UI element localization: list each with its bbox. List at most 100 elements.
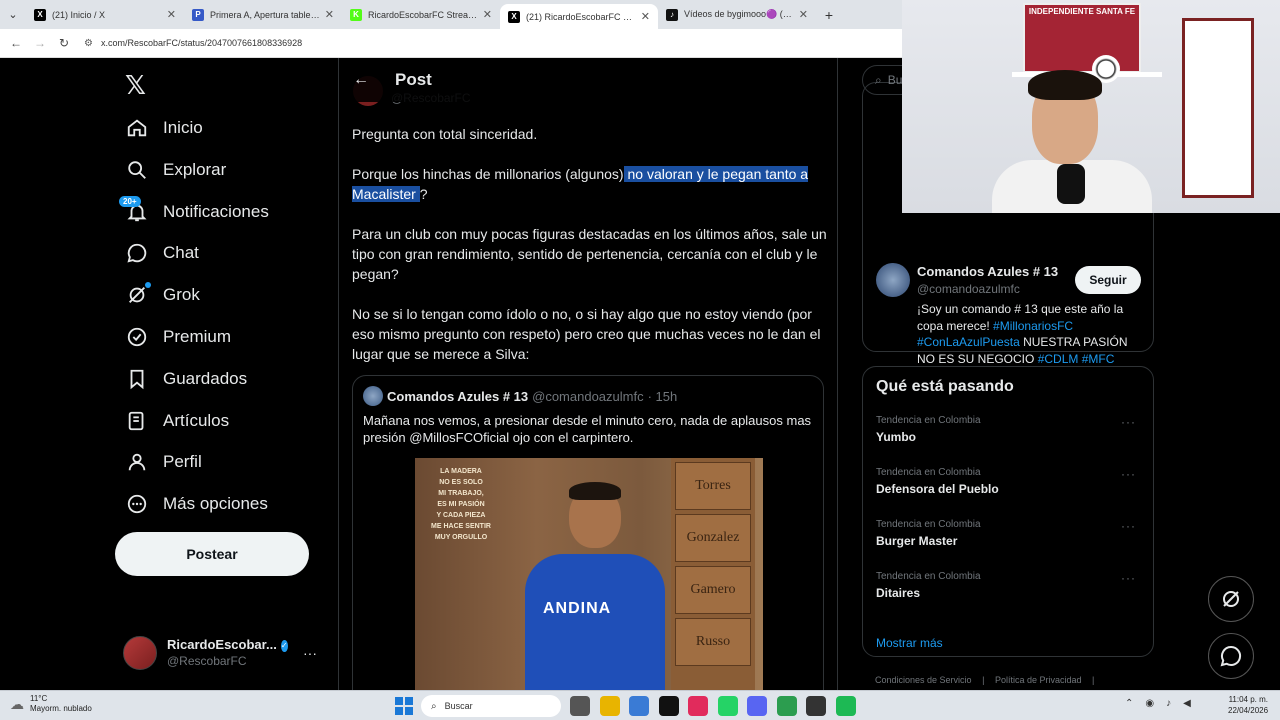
spotify-icon[interactable] bbox=[835, 696, 856, 716]
nav-item-guardados[interactable]: Guardados bbox=[125, 359, 247, 399]
close-icon[interactable]: ✕ bbox=[167, 8, 176, 21]
obs-icon[interactable] bbox=[806, 696, 826, 716]
browser-tab[interactable]: X (21) Inicio / X ✕ bbox=[26, 0, 184, 29]
unread-dot bbox=[145, 282, 151, 289]
more-icon[interactable]: ··· bbox=[1121, 415, 1136, 429]
post-button[interactable]: Postear bbox=[115, 532, 309, 576]
sign-line: ME HACE SENTIR bbox=[431, 523, 491, 530]
discord-icon[interactable] bbox=[747, 696, 767, 716]
show-more-link[interactable]: Mostrar más bbox=[876, 636, 943, 650]
more-icon[interactable]: ··· bbox=[1121, 467, 1136, 481]
site-info-icon[interactable]: ⚙ bbox=[84, 38, 93, 49]
trend-item[interactable]: Tendencia en Colombia Ditaires ··· bbox=[876, 571, 1142, 600]
tiktok-icon[interactable] bbox=[658, 696, 679, 716]
webcam-overlay: INDEPENDIENTE SANTA FE bbox=[902, 0, 1280, 213]
nav-item-perfil[interactable]: Perfil bbox=[125, 442, 202, 482]
quote-image[interactable]: LA MADERA NO ES SOLO MI TRABAJO, ES MI PASI… bbox=[415, 458, 763, 690]
nav-item-más-opciones[interactable]: Más opciones bbox=[125, 484, 268, 524]
close-icon[interactable]: ✕ bbox=[641, 10, 650, 23]
drawer-label: Torres bbox=[675, 462, 751, 510]
chevron-up-icon[interactable]: ⌃ bbox=[1125, 698, 1133, 709]
more-icon[interactable]: ··· bbox=[1121, 519, 1136, 533]
tiktok2-icon[interactable] bbox=[688, 696, 708, 716]
forward-icon[interactable]: → bbox=[28, 36, 52, 50]
terms-link[interactable]: Condiciones de Servicio bbox=[875, 675, 972, 685]
windows-start-icon[interactable] bbox=[395, 697, 413, 715]
chrome-icon[interactable] bbox=[776, 696, 797, 716]
back-icon[interactable]: ← bbox=[4, 36, 28, 50]
taskbar-search[interactable]: ⌕ Buscar bbox=[421, 695, 561, 717]
nav-item-artículos[interactable]: Artículos bbox=[125, 401, 229, 441]
whatsapp-icon[interactable] bbox=[717, 696, 738, 716]
nav-item-grok[interactable]: Grok bbox=[125, 275, 200, 315]
nav-item-label: Premium bbox=[163, 327, 232, 346]
browser-tab[interactable]: X (21) RicardoEscobarFC en X: "P ✕ bbox=[500, 4, 658, 29]
file-explorer-icon[interactable] bbox=[599, 696, 620, 716]
back-arrow-icon[interactable]: ← bbox=[353, 71, 369, 89]
privacy-link[interactable]: Política de Privacidad bbox=[995, 675, 1082, 685]
bell-icon: 20+ bbox=[119, 195, 149, 224]
more-icon[interactable]: ··· bbox=[1121, 571, 1136, 585]
weather-desc: Mayorm. nublado bbox=[30, 704, 92, 713]
mic-icon[interactable]: ♪ bbox=[1166, 698, 1171, 709]
trend-item[interactable]: Tendencia en Colombia Yumbo ··· bbox=[876, 415, 1142, 444]
clock-time: 11:04 p. m. bbox=[1228, 695, 1268, 704]
volume-icon[interactable]: ◀ bbox=[1183, 698, 1191, 709]
browser-tab[interactable]: ♪ Vídeos de bygimooo🟣 (@byg ✕ bbox=[658, 0, 816, 29]
trend-item[interactable]: Tendencia en Colombia Burger Master ··· bbox=[876, 519, 1142, 548]
windows-taskbar: ☁ 11°C Mayorm. nublado ⌕ Buscar ⌃ ◉ ♪ ◀ … bbox=[0, 690, 1280, 720]
nav-item-explorar[interactable]: Explorar bbox=[125, 150, 226, 190]
network-icon[interactable]: ◉ bbox=[1145, 698, 1154, 709]
drawer-label: Gonzalez bbox=[675, 514, 751, 562]
url-field[interactable]: ⚙ x.com/RescobarFC/status/20470076618083… bbox=[84, 38, 302, 49]
address-bar: ← → ↻ ⚙ x.com/RescobarFC/status/20470076… bbox=[0, 29, 902, 58]
pinned-apps bbox=[570, 696, 865, 716]
chat-fab[interactable] bbox=[1208, 633, 1254, 679]
more-icon[interactable]: ··· bbox=[303, 645, 317, 661]
quoted-tweet[interactable]: Comandos Azules # 13 @comandoazulmfc · 1… bbox=[352, 375, 824, 690]
hashtag[interactable]: #MFC bbox=[1082, 352, 1115, 366]
new-tab-button[interactable]: + bbox=[816, 7, 842, 23]
quote-author-name[interactable]: Comandos Azules # 13 bbox=[387, 389, 528, 404]
nav-item-label: Explorar bbox=[163, 159, 227, 179]
team-poster: INDEPENDIENTE SANTA FE bbox=[1023, 3, 1141, 73]
system-clock[interactable]: 11:04 p. m. 22/04/2026 bbox=[1228, 694, 1268, 716]
close-icon[interactable]: ✕ bbox=[483, 8, 492, 21]
trend-name: Burger Master bbox=[876, 534, 958, 548]
tab-title: Vídeos de bygimooo🟣 (@byg bbox=[684, 9, 795, 19]
trend-item[interactable]: Tendencia en Colombia Defensora del Puebl… bbox=[876, 467, 1142, 496]
store-icon[interactable] bbox=[629, 696, 649, 716]
footer-separator: | bbox=[982, 675, 985, 685]
quote-avatar bbox=[363, 386, 383, 406]
quote-timestamp: · 15h bbox=[647, 388, 678, 404]
tab-search-icon[interactable]: ⌄ bbox=[0, 0, 26, 29]
more-circle-icon bbox=[125, 492, 149, 516]
hashtag[interactable]: #CDLM bbox=[1038, 352, 1079, 366]
nav-item-premium[interactable]: Premium bbox=[125, 317, 231, 357]
account-switcher[interactable]: RicardoEscobar... ✓ @RescobarFC ··· bbox=[123, 632, 328, 674]
person-icon bbox=[125, 450, 149, 474]
shirt-sponsor: ANDINA bbox=[543, 600, 612, 617]
hashtag[interactable]: #MillonariosFC bbox=[993, 319, 1073, 333]
tweet-text-plain: Porque los hinchas de millonarios (algun… bbox=[352, 166, 624, 182]
browser-tab[interactable]: K RicardoEscobarFC Stream - Wa ✕ bbox=[342, 0, 500, 29]
weather-widget[interactable]: ☁ 11°C Mayorm. nublado bbox=[10, 694, 92, 714]
hashtag[interactable]: #ConLaAzulPuesta bbox=[917, 335, 1020, 349]
x-logo-icon[interactable]: 𝕏 bbox=[125, 70, 146, 101]
grok-fab[interactable] bbox=[1208, 576, 1254, 622]
nav-item-inicio[interactable]: Inicio bbox=[125, 108, 203, 148]
drawer-label: Gamero bbox=[675, 566, 751, 614]
task-view-icon[interactable] bbox=[570, 696, 590, 716]
nav-item-chat[interactable]: Chat bbox=[125, 233, 199, 273]
follow-button[interactable]: Seguir bbox=[1075, 266, 1141, 294]
reload-icon[interactable]: ↻ bbox=[52, 36, 76, 50]
nav-item-notificaciones[interactable]: 20+ Notificaciones bbox=[119, 192, 269, 232]
chat-icon bbox=[125, 241, 149, 265]
browser-tab[interactable]: P Primera A, Apertura table, sche ✕ bbox=[184, 0, 342, 29]
poster-title: INDEPENDIENTE SANTA FE bbox=[1028, 7, 1136, 16]
search-placeholder: Bu bbox=[887, 73, 903, 87]
suggested-name[interactable]: Comandos Azules # 13 bbox=[917, 264, 1058, 279]
drawer-cabinet: Torres Gonzalez Gamero Russo bbox=[671, 458, 755, 690]
close-icon[interactable]: ✕ bbox=[799, 8, 808, 21]
close-icon[interactable]: ✕ bbox=[325, 8, 334, 21]
